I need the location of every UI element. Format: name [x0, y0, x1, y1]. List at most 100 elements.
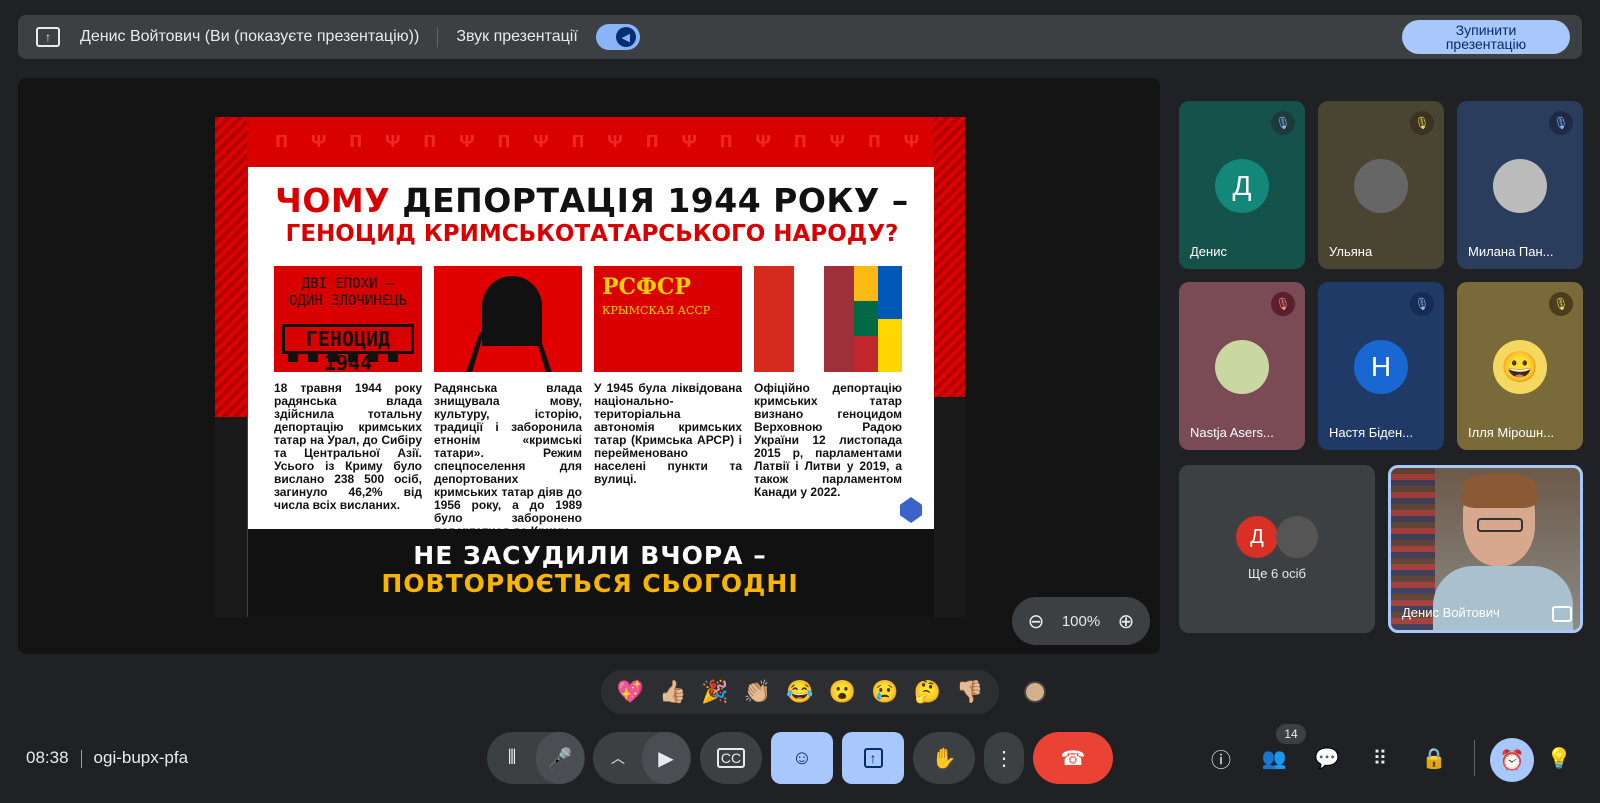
more-options-button[interactable]: ⋮	[984, 732, 1024, 784]
participant-name: Денис	[1190, 244, 1227, 259]
hair	[1461, 474, 1537, 508]
people-count-badge: 14	[1276, 724, 1306, 744]
mic-off-icon: 🎙	[1549, 292, 1573, 316]
avatar: Д	[1236, 516, 1278, 558]
rsfsr-text: РСФСР	[602, 274, 691, 300]
activities-icon[interactable]: ⠿	[1366, 744, 1394, 772]
presentation-stage: ᴨ ᴪ ᴨ ᴪ ᴨ ᴪ ᴨ ᴪ ᴨ ᴪ ᴨ ᴪ ᴨ ᴪ ᴨ ᴪ ᴨ ᴪ ЧОМУ…	[18, 78, 1160, 654]
timer-icon[interactable]: ⏰	[1490, 738, 1534, 782]
leave-call-button[interactable]: ☎	[1033, 732, 1113, 784]
participant-tile-illia[interactable]: 🎙 😀 Ілля Мірошн...	[1457, 282, 1583, 450]
smiley-icon: ☺	[791, 746, 813, 769]
hand-icon: ✋	[931, 747, 957, 770]
participant-tile-nastja[interactable]: 🎙 Nastja Asers...	[1179, 282, 1305, 450]
meeting-time: 08:38	[26, 748, 69, 767]
presenting-banner: ↑ Денис Войтович (Ви (показуєте презента…	[18, 15, 1582, 59]
avatar	[1354, 159, 1408, 213]
participant-name: Ілля Мірошн...	[1468, 425, 1555, 440]
raise-hand-button[interactable]: ✋	[913, 732, 975, 784]
divider	[80, 749, 82, 768]
slide-title-black: ДЕПОРТАЦІЯ 1944 РОКУ –	[402, 181, 909, 220]
reaction-thumbs-up[interactable]: 👍🏼	[655, 679, 691, 705]
avatar: Н	[1354, 340, 1408, 394]
column-2-text: Радянська влада знищувала мову, культуру…	[434, 381, 582, 538]
self-view-tile[interactable]: Денис Войтович	[1388, 465, 1583, 633]
reaction-sad[interactable]: 😢	[867, 679, 903, 705]
stop-presenting-label-1: Зупинити	[1455, 22, 1517, 38]
avatar: 😀	[1493, 340, 1547, 394]
participant-name: Денис Войтович	[1402, 605, 1500, 620]
emoji-reactions-button[interactable]: ☺	[771, 732, 833, 784]
shirt	[1433, 566, 1573, 630]
flag-ukraine	[878, 266, 902, 372]
companion-icon[interactable]: 💡	[1545, 744, 1573, 772]
microphone-icon[interactable]: 🎤	[536, 732, 584, 784]
poster-box-text: ГЕНОЦИД 1944	[282, 324, 414, 372]
picture-in-picture-icon[interactable]	[1552, 606, 1572, 622]
avatar	[1493, 159, 1547, 213]
participant-tile-nastya[interactable]: 🎙 Н Настя Біден...	[1318, 282, 1444, 450]
slide-title: ЧОМУ ДЕПОРТАЦІЯ 1944 РОКУ –	[260, 181, 924, 220]
more-participants-tile[interactable]: Д Ще 6 осіб	[1179, 465, 1375, 633]
present-now-button[interactable]: ↑	[842, 732, 904, 784]
reaction-surprised[interactable]: 😮	[824, 679, 860, 705]
phone-hangup-icon: ☎	[1060, 747, 1086, 770]
stop-presenting-button[interactable]: Зупинити презентацію	[1402, 20, 1570, 54]
reaction-thumbs-down[interactable]: 👎🏼	[952, 679, 988, 705]
avatar: Д	[1215, 159, 1269, 213]
more-participants-text: Ще 6 осіб	[1248, 566, 1306, 581]
participant-name: Ульяна	[1329, 244, 1373, 259]
audio-level-icon[interactable]: ⦀	[488, 732, 536, 784]
participant-tile-ulyana[interactable]: 🎙 Ульяна	[1318, 101, 1444, 269]
glasses	[1477, 518, 1523, 532]
chat-icon[interactable]: 💬	[1313, 744, 1341, 772]
railway-tracks	[465, 332, 553, 372]
mic-off-icon: 🎙	[1271, 292, 1295, 316]
flags-image	[754, 266, 902, 372]
avatar	[1276, 516, 1318, 558]
railway-image	[434, 266, 582, 372]
info-icon[interactable]: ⓘ	[1207, 744, 1235, 772]
host-controls-icon[interactable]: 🔒	[1420, 744, 1448, 772]
slide-column-4: Офіційно депортацію кримських татар визн…	[754, 266, 902, 538]
slide-stripes-right	[933, 117, 965, 417]
train-wheels	[288, 354, 408, 362]
reaction-laugh[interactable]: 😂	[782, 679, 818, 705]
reaction-heart[interactable]: 💖	[612, 679, 648, 705]
zoom-out-icon[interactable]: ⊖	[1024, 609, 1048, 634]
slide-column-2: Радянська влада знищувала мову, культуру…	[434, 266, 582, 538]
camera-icon[interactable]: ▶	[642, 732, 690, 784]
toolbar-divider	[1474, 740, 1475, 776]
captions-button[interactable]: CC	[700, 732, 762, 784]
flag-latvia	[824, 266, 854, 372]
organization-logo	[900, 497, 922, 523]
zoom-in-icon[interactable]: ⊕	[1114, 609, 1138, 634]
participant-name: Nastja Asers...	[1190, 425, 1274, 440]
column-1-text: 18 травня 1944 року радянська влада здій…	[274, 381, 422, 512]
speaker-icon: ◀	[615, 27, 636, 47]
banner-divider	[437, 27, 439, 47]
skin-tone-picker[interactable]	[1024, 681, 1046, 703]
participant-tile-milana[interactable]: 🎙 Милана Пан...	[1457, 101, 1583, 269]
slide-bottom-line-1: НЕ ЗАСУДИЛИ ВЧОРА –	[413, 541, 767, 570]
flag-lithuania	[854, 266, 878, 372]
reaction-party[interactable]: 🎉	[697, 679, 733, 705]
chevron-up-icon[interactable]: ︿	[594, 732, 642, 784]
reaction-thinking[interactable]: 🤔	[909, 679, 945, 705]
present-screen-icon: ↑	[36, 27, 60, 47]
column-3-text: У 1945 була ліквідована національно-тери…	[594, 381, 742, 486]
participant-name: Настя Біден...	[1329, 425, 1413, 440]
column-4-text: Офіційно депортацію кримських татар визн…	[754, 381, 902, 499]
slide-ornament: ᴨ ᴪ ᴨ ᴪ ᴨ ᴪ ᴨ ᴪ ᴨ ᴪ ᴨ ᴪ ᴨ ᴪ ᴨ ᴪ ᴨ ᴪ	[275, 127, 928, 152]
mic-off-icon: 🎙	[1410, 111, 1434, 135]
presentation-sound-label: Звук презентації	[456, 28, 578, 45]
participant-tile-denys[interactable]: 🎙 Д Денис	[1179, 101, 1305, 269]
reaction-clap[interactable]: 👏🏼	[740, 679, 776, 705]
slide-column-3: РСФСР КРЫМСКАЯ АССР У 1945 була ліквідов…	[594, 266, 742, 538]
people-icon[interactable]: 👥	[1260, 744, 1288, 772]
slide-bottom-line-2: ПОВТОРЮЄТЬСЯ СЬОГОДНІ	[381, 569, 799, 598]
slide-columns: ДВІ ЕПОХИ –ОДИН ЗЛОЧИНЕЦЬ ГЕНОЦИД 1944 1…	[274, 266, 902, 538]
presentation-slide: ᴨ ᴪ ᴨ ᴪ ᴨ ᴪ ᴨ ᴪ ᴨ ᴪ ᴨ ᴪ ᴨ ᴪ ᴨ ᴪ ᴨ ᴪ ЧОМУ…	[215, 117, 965, 617]
zoom-control: ⊖ 100% ⊕	[1012, 597, 1150, 645]
presentation-sound-toggle[interactable]: ◀	[595, 24, 640, 50]
